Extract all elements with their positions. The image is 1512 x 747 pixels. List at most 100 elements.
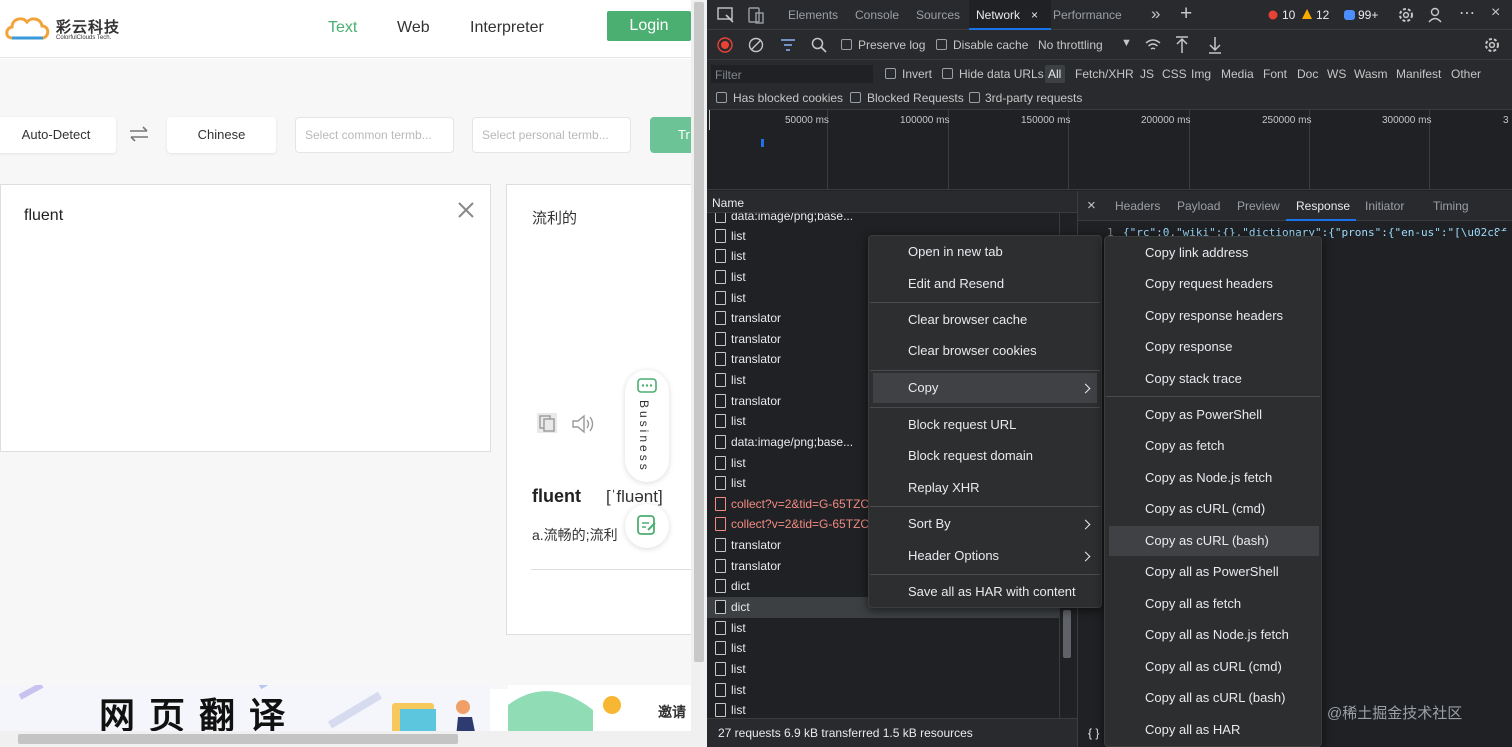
menu-clear-cache[interactable]: Clear browser cache <box>869 305 1101 335</box>
request-row[interactable]: list <box>707 618 1059 639</box>
copy-all-as-har[interactable]: Copy all as HAR <box>1105 715 1321 745</box>
preserve-log-label[interactable]: Preserve log <box>858 38 925 52</box>
throttling-select[interactable]: No throttling <box>1038 38 1103 52</box>
copy-as-powershell[interactable]: Copy as PowerShell <box>1105 400 1321 430</box>
export-har-icon[interactable] <box>1208 36 1222 54</box>
site-logo[interactable]: 彩云科技 ColorfulClouds Tech. <box>4 10 144 46</box>
type-img[interactable]: Img <box>1191 67 1211 81</box>
blocked-cookies-label[interactable]: Has blocked cookies <box>733 91 843 105</box>
tab-sources[interactable]: Sources <box>916 8 960 22</box>
throttling-dropdown-icon[interactable]: ▼ <box>1121 37 1132 49</box>
network-settings-icon[interactable] <box>1483 36 1501 54</box>
menu-replay-xhr[interactable]: Replay XHR <box>869 473 1101 503</box>
disable-cache-checkbox[interactable] <box>936 39 947 50</box>
disable-cache-label[interactable]: Disable cache <box>953 38 1028 52</box>
nav-text[interactable]: Text <box>328 19 357 37</box>
third-party-checkbox[interactable] <box>969 92 980 103</box>
blocked-requests-label[interactable]: Blocked Requests <box>867 91 964 105</box>
nav-interpreter[interactable]: Interpreter <box>470 19 544 37</box>
clear-log-icon[interactable] <box>748 37 764 53</box>
speaker-icon[interactable] <box>571 414 595 434</box>
copy-response[interactable]: Copy response <box>1105 332 1321 362</box>
request-row[interactable]: data:image/png;base... <box>707 213 1059 227</box>
source-text[interactable]: fluent <box>24 207 63 225</box>
copy-icon[interactable] <box>536 412 558 434</box>
menu-block-request-domain[interactable]: Block request domain <box>869 441 1101 471</box>
more-tabs-icon[interactable]: » <box>1151 4 1160 24</box>
type-fetch-xhr[interactable]: Fetch/XHR <box>1075 67 1134 81</box>
preserve-log-checkbox[interactable] <box>841 39 852 50</box>
clear-icon[interactable] <box>456 200 476 220</box>
type-other[interactable]: Other <box>1451 67 1481 81</box>
common-termbase-select[interactable]: Select common termb... <box>295 117 454 153</box>
type-ws[interactable]: WS <box>1327 67 1346 81</box>
copy-all-as-curl-bash[interactable]: Copy all as cURL (bash) <box>1105 683 1321 713</box>
menu-edit-and-resend[interactable]: Edit and Resend <box>869 269 1101 299</box>
inspect-icon[interactable] <box>717 7 735 23</box>
type-js[interactable]: JS <box>1140 67 1154 81</box>
import-har-icon[interactable] <box>1175 36 1189 54</box>
close-detail-icon[interactable]: × <box>1087 197 1096 214</box>
request-row[interactable]: list <box>707 680 1059 701</box>
tab-elements[interactable]: Elements <box>788 8 838 22</box>
copy-as-curl-bash[interactable]: Copy as cURL (bash) <box>1109 526 1319 556</box>
tab-console[interactable]: Console <box>855 8 899 22</box>
nav-web[interactable]: Web <box>397 19 430 37</box>
hide-data-urls-checkbox[interactable] <box>942 68 953 79</box>
close-tab-icon[interactable]: × <box>1031 8 1038 22</box>
type-doc[interactable]: Doc <box>1297 67 1318 81</box>
menu-sort-by[interactable]: Sort By <box>869 509 1101 539</box>
menu-copy[interactable]: Copy <box>873 373 1097 403</box>
request-list-scroll-thumb[interactable] <box>1063 610 1071 658</box>
copy-all-as-curl-cmd[interactable]: Copy all as cURL (cmd) <box>1105 652 1321 682</box>
copy-as-fetch[interactable]: Copy as fetch <box>1105 431 1321 461</box>
filter-icon[interactable] <box>780 38 796 52</box>
vscroll-thumb[interactable] <box>694 2 704 662</box>
type-media[interactable]: Media <box>1221 67 1254 81</box>
type-font[interactable]: Font <box>1263 67 1287 81</box>
search-icon[interactable] <box>811 37 827 53</box>
tab-payload[interactable]: Payload <box>1177 199 1220 213</box>
warning-count[interactable]: 12 <box>1316 8 1329 22</box>
network-overview-timeline[interactable]: 50000 ms 100000 ms 150000 ms 200000 ms 2… <box>707 110 1512 190</box>
login-button[interactable]: Login <box>607 11 691 41</box>
hide-data-urls-label[interactable]: Hide data URLs <box>959 67 1044 81</box>
response-scrollbar[interactable] <box>1498 231 1512 701</box>
menu-clear-cookies[interactable]: Clear browser cookies <box>869 336 1101 366</box>
copy-response-headers[interactable]: Copy response headers <box>1105 301 1321 331</box>
copy-link-address[interactable]: Copy link address <box>1105 238 1321 268</box>
target-language-select[interactable]: Chinese <box>167 117 276 153</box>
request-row[interactable]: list <box>707 700 1059 718</box>
copy-all-as-nodejs-fetch[interactable]: Copy all as Node.js fetch <box>1105 620 1321 650</box>
close-devtools-icon[interactable]: × <box>1491 4 1500 22</box>
tab-headers[interactable]: Headers <box>1115 199 1160 213</box>
more-options-icon[interactable]: ⋯ <box>1459 3 1475 23</box>
copy-as-nodejs-fetch[interactable]: Copy as Node.js fetch <box>1105 463 1321 493</box>
type-manifest[interactable]: Manifest <box>1396 67 1441 81</box>
tab-timing[interactable]: Timing <box>1433 199 1469 213</box>
tab-performance[interactable]: Performance <box>1053 8 1122 22</box>
device-toolbar-icon[interactable] <box>747 6 765 24</box>
personal-termbase-select[interactable]: Select personal termb... <box>472 117 631 153</box>
source-text-box[interactable] <box>0 184 491 452</box>
tab-initiator[interactable]: Initiator <box>1365 199 1404 213</box>
settings-gear-icon[interactable] <box>1397 6 1415 24</box>
tab-response[interactable]: Response <box>1296 199 1350 213</box>
tab-network[interactable]: Network <box>976 8 1020 22</box>
network-conditions-icon[interactable] <box>1145 38 1161 52</box>
copy-request-headers[interactable]: Copy request headers <box>1105 269 1321 299</box>
type-css[interactable]: CSS <box>1162 67 1187 81</box>
error-count[interactable]: 10 <box>1282 8 1295 22</box>
info-count[interactable]: 99+ <box>1358 8 1378 22</box>
copy-all-as-fetch[interactable]: Copy all as fetch <box>1105 589 1321 619</box>
filter-input[interactable]: Filter <box>711 65 873 83</box>
blocked-requests-checkbox[interactable] <box>850 92 861 103</box>
request-row[interactable]: list <box>707 638 1059 659</box>
invert-checkbox[interactable] <box>885 68 896 79</box>
third-party-label[interactable]: 3rd-party requests <box>985 91 1082 105</box>
blocked-cookies-checkbox[interactable] <box>716 92 727 103</box>
request-row[interactable]: list <box>707 659 1059 680</box>
copy-as-curl-cmd[interactable]: Copy as cURL (cmd) <box>1105 494 1321 524</box>
hscroll-thumb[interactable] <box>18 734 458 744</box>
source-language-select[interactable]: Auto-Detect <box>0 117 116 153</box>
